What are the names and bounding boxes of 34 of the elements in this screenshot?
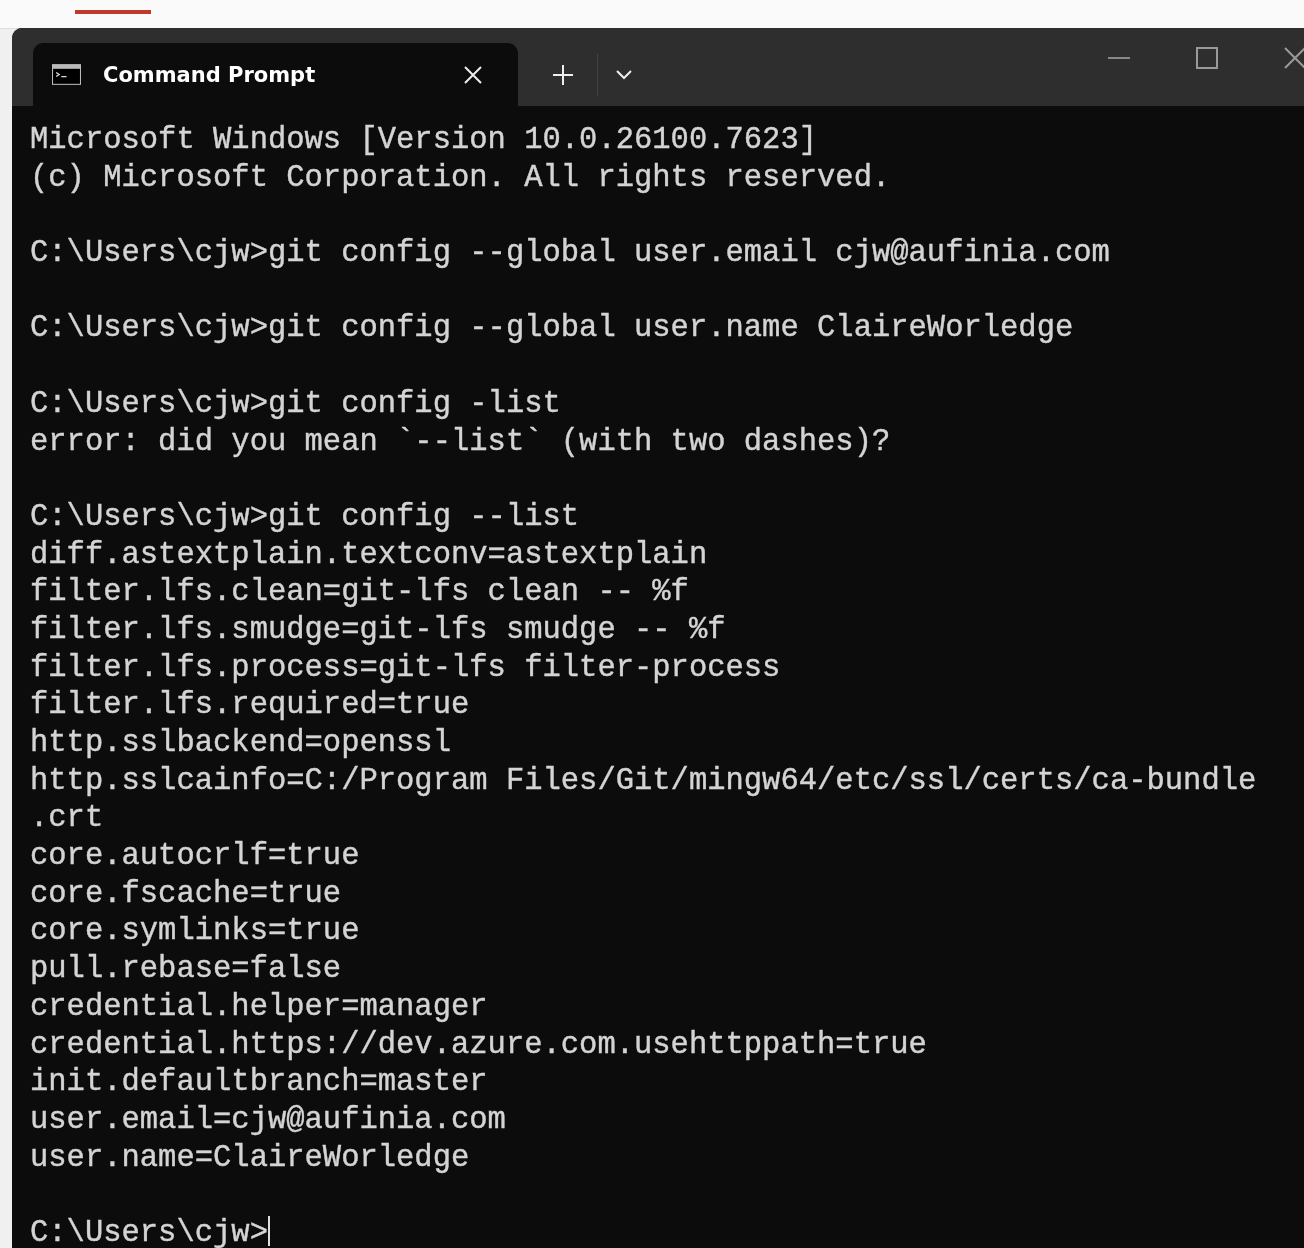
console-line: credential.helper=manager bbox=[30, 989, 488, 1024]
chevron-down-icon bbox=[616, 69, 632, 80]
console-line: error: did you mean `--list` (with two dashes)? bbox=[30, 424, 891, 459]
console-line: pull.rebase=false bbox=[30, 952, 342, 987]
console-line: C:\Users\cjw>git config --list bbox=[30, 499, 580, 534]
console-line: diff.astextplain.textconv=astextplain bbox=[30, 537, 708, 572]
console-line: filter.lfs.process=git-lfs filter-process bbox=[30, 650, 781, 685]
console-line: credential.https://dev.azure.com.usehttppath=true bbox=[30, 1027, 927, 1062]
maximize-icon bbox=[1196, 47, 1218, 69]
console-line: filter.lfs.required=true bbox=[30, 688, 470, 723]
console-line: core.autocrlf=true bbox=[30, 839, 360, 874]
plus-icon bbox=[553, 64, 573, 85]
console-line: http.sslcainfo=C:/Program Files/Git/mingw64/etc/ssl/certs/ca-bundle bbox=[30, 763, 1257, 798]
console-line: http.sslbackend=openssl bbox=[30, 726, 451, 760]
console-line: user.name=ClaireWorledge bbox=[30, 1140, 470, 1175]
close-icon bbox=[1284, 47, 1304, 69]
console-line: filter.lfs.clean=git-lfs clean -- %f bbox=[30, 575, 689, 610]
tab[interactable]: Command Prompt bbox=[33, 43, 518, 106]
console-line: filter.lfs.smudge=git-lfs smudge -- %f bbox=[30, 612, 726, 647]
console-line: init.defaultbranch=master bbox=[30, 1065, 488, 1100]
console-line: core.symlinks=true bbox=[30, 914, 360, 949]
terminal-icon bbox=[52, 64, 81, 85]
minimize-icon bbox=[1108, 56, 1130, 60]
tab-title: Command Prompt bbox=[103, 62, 316, 87]
console-line: C:\Users\cjw>git config -list bbox=[30, 386, 561, 421]
console-line: core.fscache=true bbox=[30, 876, 342, 911]
console-line: C:\Users\cjw>git config --global user.name ClaireWorledge bbox=[30, 311, 1074, 346]
console-line: C:\Users\cjw> bbox=[30, 1215, 268, 1248]
close-icon bbox=[464, 65, 482, 84]
console-line: user.email=cjw@aufinia.com bbox=[30, 1102, 506, 1137]
console-line: (c) Microsoft Corporation. All rights reserved. bbox=[30, 160, 891, 195]
console-line: Microsoft Windows [Version 10.0.26100.7623] bbox=[30, 123, 818, 157]
console-line: C:\Users\cjw>git config --global user.email cjw@aufinia.com bbox=[30, 236, 1110, 271]
console-line: .crt bbox=[30, 801, 104, 836]
